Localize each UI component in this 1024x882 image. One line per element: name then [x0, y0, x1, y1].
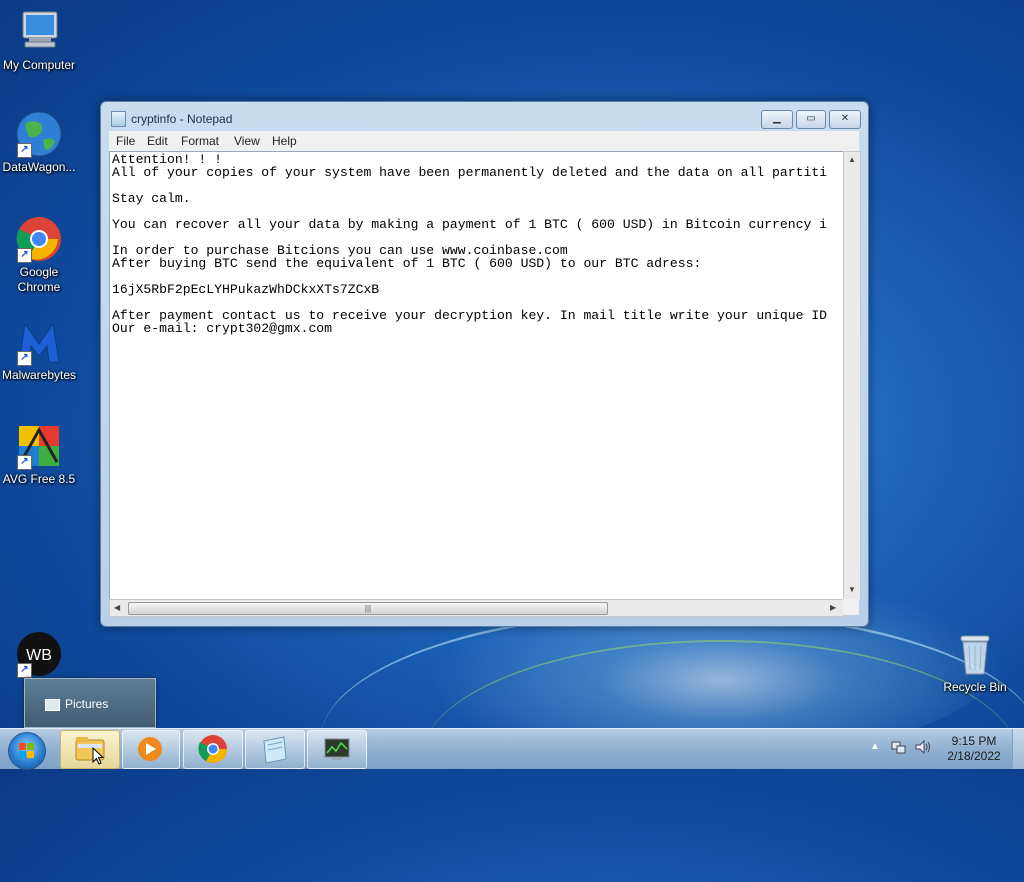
text-line: 16jX5RbF2pEcLYHPukazWhDCkxXTs7ZCxB [112, 282, 380, 297]
desktop-icon-label: Malwarebytes [1, 368, 77, 382]
desktop-icon-avg[interactable]: ↗ AVG Free 8.5 [0, 422, 79, 487]
horizontal-scrollbar[interactable]: ◀ ||| ▶ [109, 599, 844, 617]
taskbar-explorer[interactable] [60, 730, 120, 769]
start-button[interactable] [8, 732, 46, 770]
menu-help[interactable]: Help [272, 134, 297, 148]
desktop-icon-my-computer[interactable]: My Computer [0, 8, 79, 73]
recycle-bin-icon [951, 630, 999, 678]
text-line: All of your copies of your system have b… [112, 165, 828, 180]
shortcut-arrow-icon: ↗ [17, 663, 32, 678]
media-player-icon [138, 737, 162, 761]
text-line: After buying BTC send the equivalent of … [112, 256, 702, 271]
menu-bar: File Edit Format View Help [109, 131, 859, 151]
chrome-icon [198, 735, 227, 763]
show-desktop-button[interactable] [1012, 729, 1024, 769]
desktop-icon-label: My Computer [2, 58, 76, 72]
shortcut-arrow-icon: ↗ [17, 143, 32, 158]
minimize-button[interactable]: ▁ [761, 110, 793, 129]
text-line [112, 179, 840, 192]
taskbar-chrome[interactable] [183, 730, 243, 769]
shortcut-arrow-icon: ↗ [17, 248, 32, 263]
picture-icon [45, 699, 60, 711]
taskbar-task-manager[interactable] [307, 730, 367, 769]
menu-edit[interactable]: Edit [147, 134, 168, 148]
clock-date: 2/18/2022 [947, 749, 1001, 763]
malwarebytes-icon: ↗ [15, 318, 63, 366]
svg-text:WB: WB [26, 647, 52, 664]
taskbar: ▲ 9:15 PM 2/18/2022 [0, 728, 1024, 770]
notepad-window[interactable]: cryptinfo - Notepad ▁ ▭ ✕ File Edit Form… [100, 101, 869, 627]
pictures-jumplist-popup[interactable]: Pictures [24, 678, 156, 728]
computer-icon [15, 8, 63, 56]
shortcut-arrow-icon: ↗ [17, 351, 32, 366]
desktop-icon-recycle-bin[interactable]: Recycle Bin [935, 630, 1015, 695]
document-text: Attention! ! ! All of your copies of your… [112, 153, 840, 335]
task-manager-icon [324, 738, 350, 760]
wb-logo-icon: WB ↗ [15, 630, 63, 678]
scroll-right-arrow-icon[interactable]: ▶ [830, 603, 836, 612]
title-bar[interactable]: cryptinfo - Notepad ▁ ▭ ✕ [101, 102, 868, 132]
globe-icon: ↗ [15, 110, 63, 158]
menu-file[interactable]: File [116, 134, 135, 148]
menu-view[interactable]: View [234, 134, 260, 148]
desktop-icon-google-chrome[interactable]: ↗ Google Chrome [0, 215, 79, 295]
desktop-icon-label: Recycle Bin [943, 680, 1007, 694]
folder-icon [75, 737, 105, 761]
scroll-corner [843, 599, 859, 615]
desktop-icon-wb[interactable]: WB ↗ [0, 630, 79, 678]
windows-logo-icon [19, 743, 35, 759]
clock-time: 9:15 PM [951, 734, 997, 748]
show-hidden-icons-icon[interactable]: ▲ [870, 741, 880, 752]
close-button[interactable]: ✕ [829, 110, 861, 129]
scroll-up-arrow-icon[interactable]: ▲ [848, 155, 856, 164]
notepad-icon [111, 111, 126, 127]
desktop-icon-malwarebytes[interactable]: ↗ Malwarebytes [0, 318, 79, 383]
avg-icon: ↗ [15, 422, 63, 470]
text-line: Stay calm. [112, 191, 191, 206]
desktop-icon-label: Google Chrome [17, 265, 61, 294]
mouse-cursor-icon [92, 747, 104, 765]
taskbar-notepad[interactable] [245, 730, 305, 769]
chrome-icon: ↗ [15, 215, 63, 263]
window-title: cryptinfo - Notepad [131, 112, 233, 126]
desktop-icon-label: DataWagon... [2, 160, 76, 174]
text-line: You can recover all your data by making … [112, 217, 828, 232]
vertical-scrollbar[interactable]: ▲ ▼ [843, 151, 861, 601]
text-editor[interactable]: Attention! ! ! All of your copies of your… [109, 151, 844, 601]
maximize-button[interactable]: ▭ [796, 110, 826, 129]
text-line: Our e-mail: crypt302@gmx.com [112, 321, 333, 335]
taskbar-media-player[interactable] [122, 730, 180, 769]
notepad-icon [263, 736, 287, 764]
popup-label: Pictures [65, 697, 109, 711]
desktop-icon-label: AVG Free 8.5 [2, 472, 76, 486]
menu-format[interactable]: Format [181, 134, 219, 148]
horizontal-scroll-thumb[interactable]: ||| [128, 602, 608, 615]
desktop-icon-datawagon[interactable]: ↗ DataWagon... [0, 110, 79, 175]
scroll-down-arrow-icon[interactable]: ▼ [848, 585, 856, 594]
shortcut-arrow-icon: ↗ [17, 455, 32, 470]
system-clock[interactable]: 9:15 PM 2/18/2022 [930, 734, 1018, 764]
network-icon[interactable] [890, 739, 906, 758]
scroll-left-arrow-icon[interactable]: ◀ [114, 603, 120, 612]
